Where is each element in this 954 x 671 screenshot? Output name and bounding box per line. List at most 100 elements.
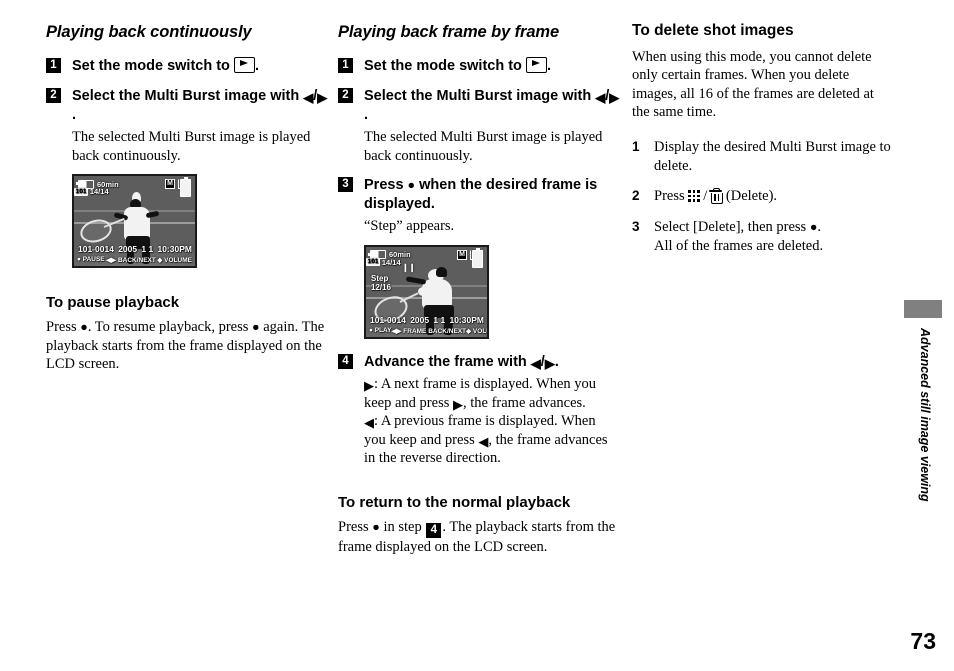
left-arrow-icon: ◀ [364,415,374,431]
step-heading-suffix: . [254,57,259,74]
capture-time: 10:30PM [449,314,484,325]
folder-number: 101 [74,187,88,196]
step-heading: Select the Multi Burst image with ◀/▶. [364,87,620,125]
subsection-body-pause: Press ●. To resume playback, press ● aga… [46,318,328,374]
list-item-text-1: Select [Delete], then press [654,219,810,236]
right-arrow-icon: ▶ [609,89,620,105]
column-delete-shot-images: To delete shot images When using this mo… [632,22,894,268]
image-counter: 14/14 [89,187,109,197]
pause-indicator-icon: ❙❙ [402,262,416,272]
section-title-continuous: Playing back continuously [46,23,252,41]
control-dot-icon: ● [80,320,88,335]
lcd-osd-guide: ● PAUSE ◀▶ BACK/NEXT ◆ VOLUME [77,256,192,264]
player-hand [418,286,428,296]
step-description: The selected Multi Burst image is played… [364,129,603,164]
image-counter: 14/14 [381,257,401,267]
guide-backnext: ◀▶ BACK/NEXT [106,257,156,265]
folder-number: 101 [366,258,380,267]
step-number-badge: 4 [338,353,353,369]
step-item: 2 Select the Multi Burst image with ◀/▶.… [338,87,620,165]
list-item-text-2: . [817,219,821,236]
step-heading-suffix: . [554,353,559,370]
step-item: 3 Press ● when the desired frame is disp… [338,176,620,339]
column-playing-back-frame-by-frame: Playing back frame by frame 1 Set the mo… [338,22,620,566]
step-number-badge: 2 [338,87,353,103]
right-arrow-icon: ▶ [364,378,374,394]
step-heading-text: Advance the frame with [364,353,531,370]
guide-frame-backnext: ◀▶ FRAME BACK/NEXT [391,327,467,335]
capture-year: 2005 [410,314,430,325]
lcd-osd-guide: ● PLAY ◀▶ FRAME BACK/NEXT ◆ VOLUME [369,326,487,335]
list-item-text: Display the desired Multi Burst image to… [654,138,891,174]
trash-icon [709,188,723,204]
index-icon [688,190,701,202]
guide-volume: ◆ VOLUME [466,327,487,335]
right-arrow-icon: ▶ [544,355,555,371]
step-heading-text: Set the mode switch to [72,57,234,74]
step-item: 2 Select the Multi Burst image with ◀/▶.… [46,87,328,269]
column-playing-back-continuously: Playing back continuously 1 Set the mode… [46,22,328,384]
right-arrow-icon: ▶ [452,396,463,412]
lcd-osd-counter: 101 14/14 [366,258,484,267]
lcd-screenshot-frame-step: 60min M 1/1 101 14/14 ❙❙ Step 12/16 101-… [364,244,489,339]
list-item: 3 Select [Delete], then press ●. All of … [632,218,894,256]
list-item-text-3: All of the frames are deleted. [654,238,824,255]
subsection-body-return: Press ● in step 4. The playback starts f… [338,518,620,557]
player-hair [436,266,447,277]
manual-page: Playing back continuously 1 Set the mode… [0,0,954,671]
step-item: 1 Set the mode switch to . [46,56,328,76]
step-heading-text: Set the mode switch to [364,57,526,74]
step4-text-a2: , the frame advances. [462,394,586,411]
page-number: 73 [910,628,936,654]
step-description: The selected Multi Burst image is played… [72,129,311,164]
subsection-pause-playback: To pause playback Press ●. To resume pla… [46,294,328,374]
right-arrow-icon: ▶ [317,89,328,105]
capture-time: 10:30PM [157,244,192,255]
capture-date: 1 1 [433,314,446,325]
step-heading-suffix: . [72,106,77,123]
step-heading: Set the mode switch to . [72,56,328,76]
step-heading: Select the Multi Burst image with ◀/▶. [72,87,328,125]
left-arrow-icon: ◀ [530,355,541,371]
list-number: 3 [632,219,640,235]
guide-play: ● PLAY [369,326,392,334]
side-tab-label: Advanced still image viewing [918,328,932,502]
section-title-delete: To delete shot images [632,22,794,39]
step-heading-text: Select the Multi Burst image with [72,87,304,104]
subsection-title-return: To return to the normal playback [338,493,571,511]
control-dot-icon: ● [407,178,416,193]
step-indicator-value: 12/16 [371,282,392,292]
step-heading: Set the mode switch to . [364,56,620,76]
step-heading-suffix: . [364,106,369,123]
list-item: 2 Press / (Delete). [632,187,894,206]
left-arrow-icon: ◀ [303,89,314,105]
play-mode-icon [233,56,255,73]
subsection-return-normal-playback: To return to the normal playback Press ●… [338,494,620,557]
left-arrow-icon: ◀ [478,433,489,449]
list-item: 1 Display the desired Multi Burst image … [632,138,894,176]
return-text-2: in step [379,518,426,535]
step-indicator-label: Step [371,273,389,283]
step-item: 4 Advance the frame with ◀/▶. ▶: A next … [338,353,620,468]
return-text-1: Press [338,518,373,535]
list-number: 2 [632,188,640,204]
side-tab: Advanced still image viewing [904,300,942,502]
step-heading: Press ● when the desired frame is displa… [364,176,620,214]
lcd-osd-info: 101-0014 2005 1 1 10:30PM [78,244,192,254]
section-title-frame-by-frame: Playing back frame by frame [338,23,560,41]
file-number: 101-0014 [78,244,114,255]
step-number-badge: 3 [338,177,353,193]
capture-date: 1 1 [141,244,154,255]
step-description-next: ▶: A next frame is displayed. When you k… [364,375,620,412]
side-tab-marker [904,300,942,318]
step-heading-text: Select the Multi Burst image with [364,87,596,104]
control-dot-icon: ● [372,519,380,534]
step-number-badge: 1 [46,57,61,73]
step-description: “Step” appears. [364,218,455,235]
step-heading-text: Press [364,177,408,194]
step-heading-suffix: . [546,57,551,74]
file-number: 101-0014 [370,314,406,325]
step-item: 1 Set the mode switch to . [338,56,620,76]
subsection-title-pause: To pause playback [46,294,180,312]
lcd-osd-counter: 101 14/14 [74,187,192,196]
